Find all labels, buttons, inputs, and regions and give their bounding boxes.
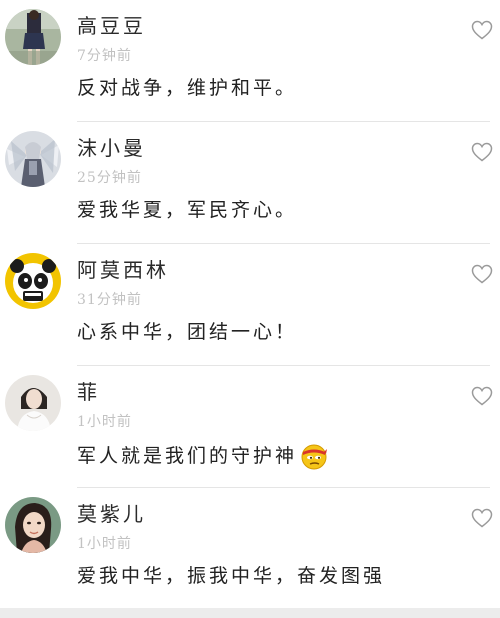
like-heart-icon[interactable] (471, 264, 493, 284)
timestamp: 1小时前 (77, 414, 132, 430)
like-heart-icon[interactable] (471, 386, 493, 406)
avatar[interactable] (5, 375, 61, 431)
comment-text: 军人就是我们的守护神 (77, 442, 328, 470)
comment-item: 菲 1小时前 军人就是我们的守护神 (0, 366, 500, 488)
comment-text: 爱我中华，振我中华，奋发图强 (77, 564, 385, 588)
username[interactable]: 莫紫儿 (77, 502, 146, 526)
avatar[interactable] (5, 253, 61, 309)
comment-item: 莫紫儿 1小时前 爱我中华，振我中华，奋发图强 (0, 488, 500, 610)
comment-text: 心系中华，团结一心！ (77, 320, 297, 344)
comment-item: 沫小曼 25分钟前 爱我华夏，军民齐心。 (0, 122, 500, 244)
timestamp: 7分钟前 (77, 48, 132, 64)
comment-item: 阿莫西林 31分钟前 心系中华，团结一心！ (0, 244, 500, 366)
username[interactable]: 菲 (77, 380, 100, 404)
comment-text-content: 心系中华，团结一心！ (77, 321, 298, 343)
like-heart-icon[interactable] (471, 142, 493, 162)
comment-text: 反对战争，维护和平。 (77, 76, 297, 100)
like-heart-icon[interactable] (471, 508, 493, 528)
avatar[interactable] (5, 9, 61, 65)
comment-text-content: 爱我华夏，军民齐心。 (77, 199, 298, 221)
like-heart-icon[interactable] (471, 20, 493, 40)
comment-text: 爱我华夏，军民齐心。 (77, 198, 297, 222)
username[interactable]: 高豆豆 (77, 14, 146, 38)
timestamp: 1小时前 (77, 536, 132, 552)
comment-list: 高豆豆 7分钟前 反对战争，维护和平。 沫小曼 25分钟前 爱我华夏，军民齐心。… (0, 0, 500, 618)
comment-item: 高豆豆 7分钟前 反对战争，维护和平。 (0, 0, 500, 122)
avatar[interactable] (5, 131, 61, 187)
bottom-bar (0, 608, 500, 618)
comment-text-content: 爱我中华，振我中华，奋发图强 (77, 565, 386, 587)
timestamp: 31分钟前 (77, 292, 142, 308)
timestamp: 25分钟前 (77, 170, 142, 186)
username[interactable]: 沫小曼 (77, 136, 146, 160)
avatar[interactable] (5, 497, 61, 553)
smirk-headband-emoji-icon (300, 442, 328, 470)
username[interactable]: 阿莫西林 (77, 258, 169, 282)
comment-text-content: 军人就是我们的守护神 (77, 445, 298, 467)
comment-text-content: 反对战争，维护和平。 (77, 77, 298, 99)
